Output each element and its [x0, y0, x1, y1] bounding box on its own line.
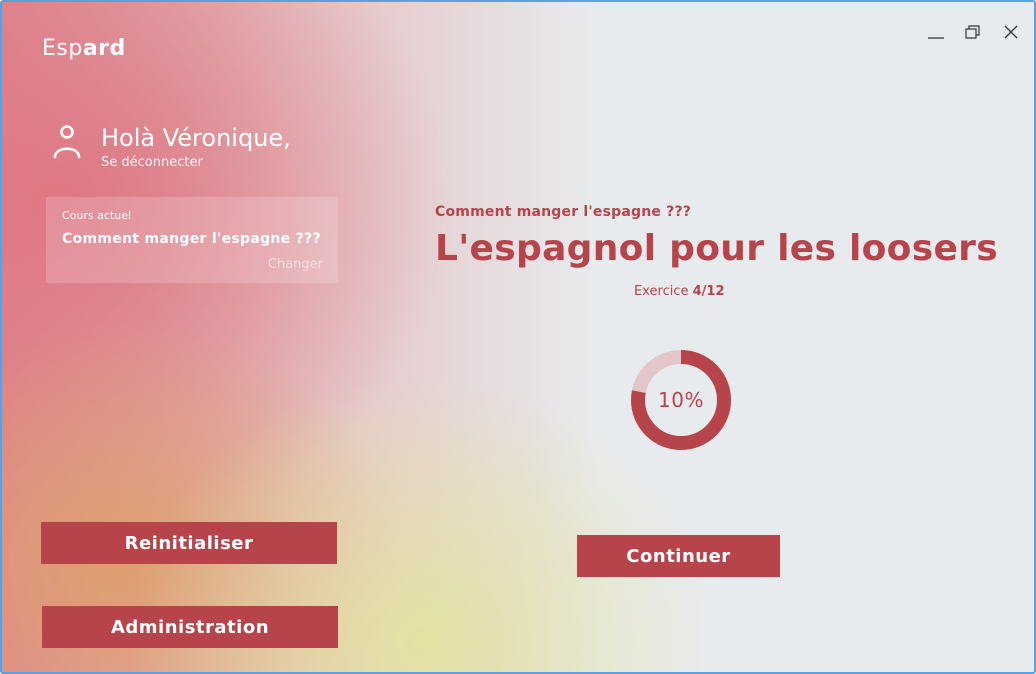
close-button[interactable] — [999, 20, 1023, 44]
close-icon — [1004, 25, 1018, 39]
minimize-button[interactable] — [924, 20, 948, 44]
restore-button[interactable] — [961, 20, 985, 44]
exercise-value: 4/12 — [692, 284, 725, 299]
change-course-link[interactable]: Changer — [268, 257, 323, 272]
user-icon — [53, 125, 81, 159]
logout-link[interactable]: Se déconnecter — [101, 155, 203, 170]
reset-button[interactable]: Reinitialiser — [41, 522, 337, 564]
current-course-card: Cours actuel Comment manger l'espagne ??… — [46, 197, 338, 283]
restore-icon — [965, 25, 980, 39]
progress-percentage: 10% — [658, 388, 704, 412]
minimize-icon — [928, 37, 944, 39]
gradient-background — [2, 2, 1034, 672]
current-course-title: Comment manger l'espagne ??? — [62, 231, 321, 247]
course-subtitle: Comment manger l'espagne ??? — [435, 204, 692, 220]
continue-button[interactable]: Continuer — [577, 535, 780, 577]
lesson-title: L'espagnol pour les loosers — [435, 228, 998, 269]
current-course-label: Cours actuel — [62, 209, 132, 222]
app-window: Espard Holà Véronique, Se déconnecter Co… — [0, 0, 1036, 674]
app-logo: Espard — [42, 36, 126, 61]
exercise-counter: Exercice 4/12 — [634, 284, 725, 299]
administration-button[interactable]: Administration — [42, 606, 338, 648]
greeting-text: Holà Véronique, — [101, 124, 291, 152]
